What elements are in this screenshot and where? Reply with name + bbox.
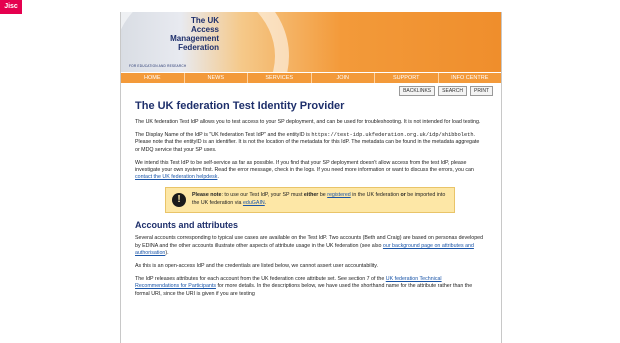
nav-info-centre[interactable]: INFO CENTRE: [439, 73, 502, 83]
main-nav: HOME NEWS SERVICES JOIN SUPPORT INFO CEN…: [121, 73, 501, 83]
page-title: The UK federation Test Identity Provider: [135, 100, 345, 112]
nav-news[interactable]: NEWS: [185, 73, 248, 83]
text: The IdP releases attributes for each acc…: [135, 276, 386, 283]
notice-prefix: Please note: [192, 192, 222, 199]
text: : to use our Test IdP, your SP must: [221, 192, 304, 199]
accountability-paragraph: As this is an open-access IdP and the cr…: [135, 263, 379, 270]
nav-home[interactable]: HOME: [121, 73, 185, 83]
text: either: [303, 192, 319, 199]
logo-title-line: Access: [190, 25, 219, 34]
nav-support[interactable]: SUPPORT: [375, 73, 439, 83]
print-button[interactable]: PRINT: [470, 86, 493, 96]
main-content: The UK federation Test Identity Provider…: [135, 100, 485, 304]
display-name-paragraph: The Display Name of the IdP is "UK feder…: [135, 132, 485, 154]
search-button[interactable]: SEARCH: [438, 86, 467, 96]
self-service-paragraph: We intend this Test IdP to be self-servi…: [135, 160, 485, 182]
logo-title-line: Management: [170, 34, 219, 43]
logo-title-line: The UK: [191, 16, 219, 25]
accounts-paragraph: Several accounts corresponding to typica…: [135, 235, 485, 257]
section-heading: Accounts and attributes: [135, 220, 239, 231]
entity-id: https://test-idp.ukfederation.org.uk/idp…: [311, 132, 474, 139]
edugain-link[interactable]: eduGAIN: [243, 200, 265, 206]
site-banner[interactable]: The UK Access Management Federation FOR …: [121, 12, 501, 72]
warning-icon: !: [172, 193, 186, 208]
notice-box: ! Please note: to use our Test IdP, your…: [165, 187, 455, 214]
federation-logo-subtitle: FOR EDUCATION AND RESEARCH: [129, 64, 187, 68]
nav-services[interactable]: SERVICES: [248, 73, 312, 83]
backlinks-button[interactable]: BACKLINKS: [399, 86, 436, 96]
federation-logo-title: The UK Access Management Federation: [141, 16, 219, 52]
page-frame: The UK Access Management Federation FOR …: [120, 12, 502, 343]
text: ).: [165, 249, 169, 256]
jisc-logo[interactable]: Jisc: [0, 0, 22, 14]
page-tools: BACKLINKS SEARCH PRINT: [399, 86, 493, 96]
text: .: [264, 199, 267, 206]
helpdesk-link[interactable]: contact the UK federation helpdesk: [135, 174, 217, 180]
text: .: [217, 174, 219, 181]
attributes-paragraph: The IdP releases attributes for each acc…: [135, 276, 485, 298]
text: We intend this Test IdP to be self-servi…: [135, 159, 474, 174]
text: be: [318, 192, 328, 199]
nav-join[interactable]: JOIN: [312, 73, 375, 83]
intro-paragraph: The UK federation Test IdP allows you to…: [135, 119, 481, 125]
text: The Display Name of the IdP is "UK feder…: [135, 132, 312, 139]
text: in the UK federation: [350, 192, 401, 199]
registered-link[interactable]: registered: [327, 192, 351, 198]
logo-title-line: Federation: [178, 43, 219, 52]
